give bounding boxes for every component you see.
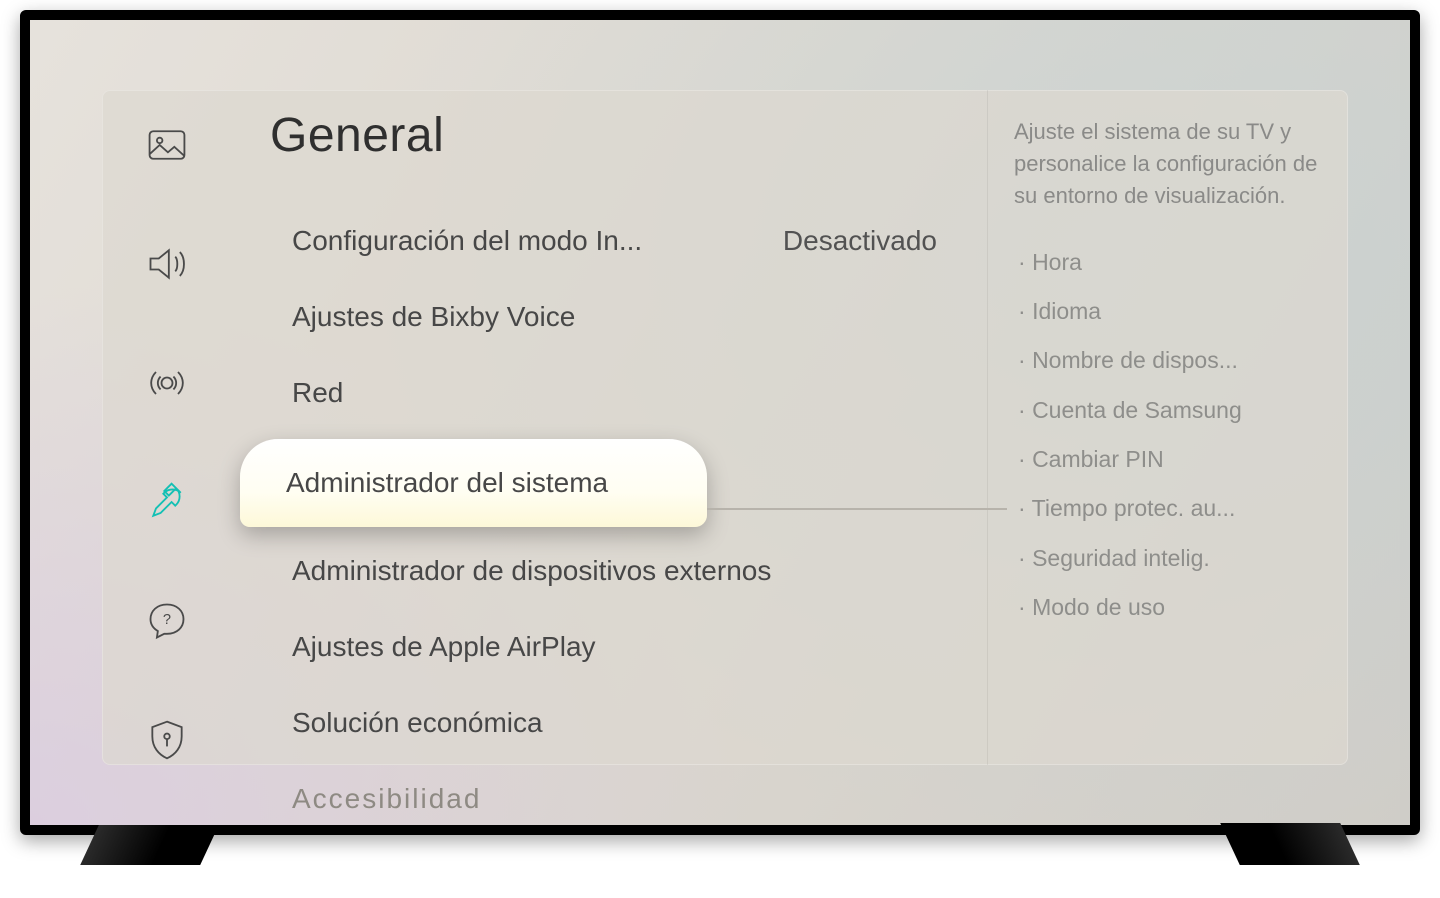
menu-item-network[interactable]: Red xyxy=(252,355,977,431)
settings-content: General Configuración del modo In... Des… xyxy=(232,90,987,765)
menu-item-label: Administrador de dispositivos externos xyxy=(292,555,771,587)
menu-item-external-device-manager[interactable]: Administrador de dispositivos externos xyxy=(252,533,977,609)
help-item: Idioma xyxy=(1014,287,1326,336)
menu-item-label: Configuración del modo In... xyxy=(292,225,642,257)
help-item: Hora xyxy=(1014,238,1326,287)
menu-item-apple-airplay[interactable]: Ajustes de Apple AirPlay xyxy=(252,609,977,685)
settings-panel: ? General Configuración del modo In... D… xyxy=(102,90,1348,765)
menu-item-value: Desactivado xyxy=(783,225,937,257)
general-icon[interactable] xyxy=(140,478,194,527)
broadcast-icon[interactable] xyxy=(140,358,194,407)
menu-item-intelligent-mode[interactable]: Configuración del modo In... Desactivado xyxy=(252,203,977,279)
help-description: Ajuste el sistema de su TV y personalice… xyxy=(1014,116,1326,212)
tv-screen: ? General Configuración del modo In... D… xyxy=(30,20,1410,825)
privacy-icon[interactable] xyxy=(140,716,194,765)
svg-text:?: ? xyxy=(163,612,171,628)
sound-icon[interactable] xyxy=(140,239,194,288)
help-item: Nombre de dispos... xyxy=(1014,336,1326,385)
help-item: Cuenta de Samsung xyxy=(1014,386,1326,435)
menu-item-label: Solución económica xyxy=(292,707,543,739)
menu-item-accessibility[interactable]: Accesibilidad xyxy=(252,761,977,837)
section-title: General xyxy=(270,108,977,163)
menu-item-label: Red xyxy=(292,377,343,409)
tv-frame: ? General Configuración del modo In... D… xyxy=(20,10,1420,835)
menu-list: Configuración del modo In... Desactivado… xyxy=(252,203,977,837)
menu-item-label: Administrador del sistema xyxy=(286,467,608,499)
picture-icon[interactable] xyxy=(140,120,194,169)
menu-item-label: Ajustes de Apple AirPlay xyxy=(292,631,596,663)
help-item: Cambiar PIN xyxy=(1014,435,1326,484)
support-icon[interactable]: ? xyxy=(140,597,194,646)
help-list: Hora Idioma Nombre de dispos... Cuenta d… xyxy=(1014,238,1326,633)
help-item: Seguridad intelig. xyxy=(1014,534,1326,583)
help-panel: Ajuste el sistema de su TV y personalice… xyxy=(987,90,1348,765)
settings-nav: ? xyxy=(102,90,232,765)
menu-item-label: Ajustes de Bixby Voice xyxy=(292,301,575,333)
menu-item-label: Accesibilidad xyxy=(292,783,481,815)
help-item: Modo de uso xyxy=(1014,583,1326,632)
menu-item-eco-solution[interactable]: Solución económica xyxy=(252,685,977,761)
menu-item-bixby-voice[interactable]: Ajustes de Bixby Voice xyxy=(252,279,977,355)
menu-item-system-manager[interactable]: Administrador del sistema xyxy=(240,439,707,527)
help-item: Tiempo protec. au... xyxy=(1014,484,1326,533)
